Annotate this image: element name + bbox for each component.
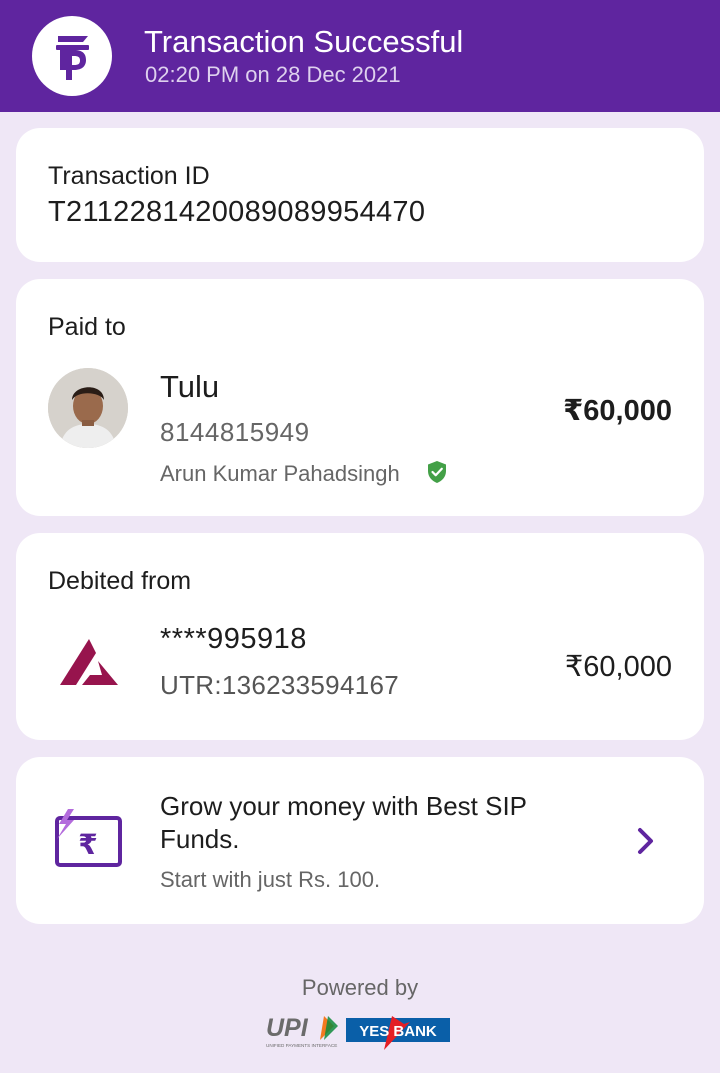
page-title: Transaction Successful	[144, 24, 464, 59]
avatar	[48, 368, 128, 448]
partner-logos: UPI UNIFIED PAYMENTS INTERFACE YES BANK	[266, 1014, 450, 1050]
transaction-id-label: Transaction ID	[48, 162, 210, 190]
powered-by-text: Powered by	[301, 975, 419, 1000]
debited-amount: ₹60,000	[564, 651, 672, 683]
header-bar: Transaction Successful 02:20 PM on 28 De…	[0, 0, 720, 112]
debited-from-card[interactable]: Debited from ****995918 UTR:136233594167…	[16, 533, 704, 740]
chevron-right-icon[interactable]	[634, 825, 658, 857]
utr-number[interactable]: UTR:136233594167	[160, 670, 399, 701]
phonepe-logo-icon	[32, 16, 112, 96]
transaction-timestamp: 02:20 PM on 28 Dec 2021	[145, 62, 401, 87]
transaction-id-value[interactable]: T2112281420089089954470	[48, 196, 425, 229]
rupee-card-icon: ₹	[55, 809, 122, 867]
payee-phone: 8144815949	[160, 417, 310, 447]
account-number: ****995918	[160, 623, 307, 655]
paid-amount: ₹60,000	[563, 395, 672, 427]
axis-bank-logo-icon	[60, 639, 118, 685]
payee-full-name: Arun Kumar Pahadsingh	[160, 461, 400, 486]
payee-name: Tulu	[160, 369, 220, 404]
upi-logo-icon: UPI UNIFIED PAYMENTS INTERFACE	[266, 1014, 338, 1048]
yes-bank-text: YES BANK	[359, 1023, 437, 1040]
yes-bank-logo-icon: YES BANK	[346, 1016, 450, 1050]
sip-promo-card[interactable]: ₹ Grow your money with Best SIP Funds. S…	[16, 757, 704, 924]
transaction-id-card: Transaction ID T2112281420089089954470	[16, 128, 704, 262]
verified-shield-icon	[428, 461, 446, 483]
upi-caption: UNIFIED PAYMENTS INTERFACE	[266, 1043, 337, 1048]
promo-title: Grow your money with Best SIP Funds.	[160, 791, 527, 854]
paid-to-card[interactable]: Paid to Tulu 8144815949 Arun Kumar Pahad…	[16, 279, 704, 516]
paid-to-label: Paid to	[48, 313, 126, 341]
svg-text:₹: ₹	[78, 828, 97, 861]
promo-subtitle: Start with just Rs. 100.	[160, 867, 381, 892]
upi-logo-text: UPI	[266, 1014, 309, 1042]
debited-from-label: Debited from	[48, 567, 192, 595]
